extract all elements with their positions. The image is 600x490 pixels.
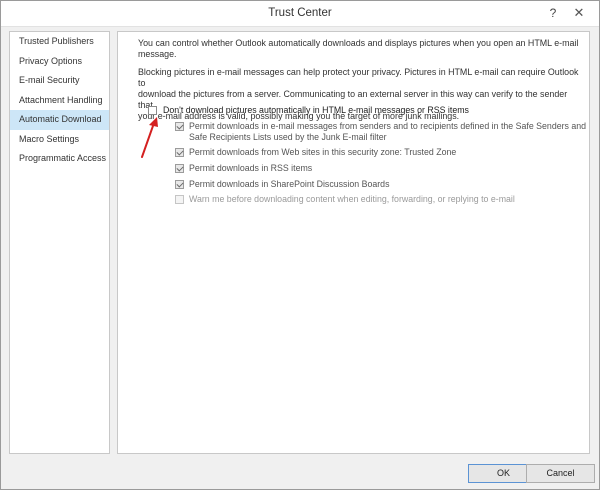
permit-trusted-zone-label: Permit downloads from Web sites in this … <box>189 147 457 157</box>
sidebar-item-automatic-download[interactable]: Automatic Download <box>10 110 109 130</box>
permit-safe-senders-checkbox[interactable] <box>175 122 184 131</box>
title-bar: Trust Center ? ✕ <box>1 1 599 27</box>
sidebar-item-trusted-publishers[interactable]: Trusted Publishers <box>10 32 109 52</box>
permit-safe-senders-label-line-2: Safe Recipients Lists used by the Junk E… <box>189 132 387 142</box>
warn-before-download-label: Warn me before downloading content when … <box>189 194 515 204</box>
dialog-title: Trust Center <box>268 7 332 19</box>
permit-sharepoint-label: Permit downloads in SharePoint Discussio… <box>189 179 390 189</box>
trust-center-dialog: Trust Center ? ✕ Trusted Publishers Priv… <box>0 0 600 490</box>
help-button[interactable]: ? <box>545 5 561 21</box>
dialog-footer: OK Cancel <box>1 457 599 490</box>
privacy-line-1: Blocking pictures in e-mail messages can… <box>138 67 579 88</box>
permit-safe-senders-label-line-1: Permit downloads in e-mail messages from… <box>189 121 587 131</box>
intro-paragraph: You can control whether Outlook automati… <box>138 38 583 60</box>
settings-panel: You can control whether Outlook automati… <box>117 31 590 454</box>
permit-sharepoint-checkbox[interactable] <box>175 180 184 189</box>
dont-download-checkbox[interactable] <box>148 106 157 115</box>
dont-download-label: Don't download pictures automatically in… <box>163 105 469 115</box>
sidebar-nav: Trusted Publishers Privacy Options E-mai… <box>9 31 110 454</box>
sidebar-item-macro-settings[interactable]: Macro Settings <box>10 130 109 150</box>
close-button[interactable]: ✕ <box>565 3 593 23</box>
intro-line-2: message. <box>138 49 177 59</box>
sidebar-item-email-security[interactable]: E-mail Security <box>10 71 109 91</box>
cancel-button[interactable]: Cancel <box>526 464 595 483</box>
red-arrow-annotation <box>141 117 158 158</box>
sidebar-item-attachment-handling[interactable]: Attachment Handling <box>10 91 109 111</box>
permit-trusted-zone-checkbox[interactable] <box>175 148 184 157</box>
intro-line-1: You can control whether Outlook automati… <box>138 38 579 48</box>
warn-before-download-checkbox <box>175 195 184 204</box>
sidebar-item-programmatic-access[interactable]: Programmatic Access <box>10 149 109 169</box>
permit-rss-label: Permit downloads in RSS items <box>189 163 313 173</box>
permit-rss-checkbox[interactable] <box>175 164 184 173</box>
sidebar-item-privacy-options[interactable]: Privacy Options <box>10 52 109 72</box>
